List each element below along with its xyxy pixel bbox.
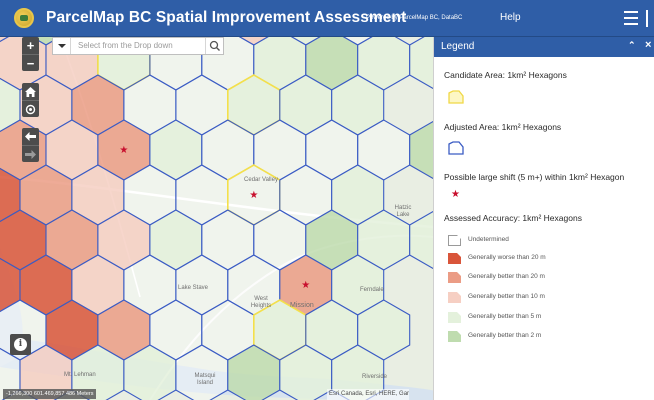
legend-item-better-2: Generally better than 2 m — [448, 331, 648, 345]
map-label-mission: Mission — [290, 302, 314, 309]
arrow-left-icon[interactable] — [22, 128, 39, 145]
swatch — [448, 331, 461, 342]
map-label-westheights: West Heights — [250, 296, 272, 309]
home-icon[interactable] — [22, 83, 39, 100]
map-label-cedar-valley: Cedar Valley — [244, 177, 278, 183]
map-label-ferndale: Ferndale — [360, 287, 384, 293]
legend-accuracy-heading: Assessed Accuracy: 1km² Hexagons — [444, 213, 582, 223]
swatch — [448, 312, 461, 323]
legend-item-better-5: Generally better than 5 m — [448, 312, 648, 326]
app-header: ParcelMap BC Spatial Improvement Assessm… — [0, 0, 654, 37]
legend-item-better-20: Generally better than 20 m — [448, 272, 648, 286]
adjusted-area-swatch — [448, 141, 464, 155]
more-menu-icon[interactable] — [646, 10, 654, 27]
info-button[interactable]: i — [10, 334, 31, 355]
app-title: ParcelMap BC Spatial Improvement Assessm… — [46, 9, 407, 26]
legend-item-label: Generally better than 5 m — [468, 313, 542, 320]
candidate-area-swatch — [448, 90, 464, 104]
legend-title: Legend — [441, 41, 475, 52]
shift-star-icon: ★ — [451, 189, 460, 200]
legend-adjusted-heading: Adjusted Area: 1km² Hexagons — [444, 122, 562, 132]
legend-header: Legend ⌃ × — [434, 37, 654, 57]
legend-item-worse-20: Generally worse than 20 m — [448, 253, 648, 267]
zoom-out-button[interactable]: − — [22, 54, 39, 71]
shift-star-marker: ★ — [249, 190, 258, 201]
scale-coordinates-readout: -1,266,300 601.469,857 486 Meters — [3, 389, 97, 399]
info-icon: i — [14, 338, 27, 351]
swatch — [448, 272, 461, 283]
search-icon — [209, 40, 220, 51]
search-input[interactable]: Select from the Drop down — [78, 41, 173, 50]
locate-icon[interactable] — [22, 100, 39, 117]
legend-item-undetermined: Undetermined — [448, 235, 648, 249]
chevron-up-icon[interactable]: ⌃ — [628, 40, 636, 51]
search-widget: Select from the Drop down — [52, 37, 224, 55]
shift-star-marker: ★ — [301, 280, 310, 291]
legend-item-label: Generally better than 20 m — [468, 273, 545, 280]
zoom-control: + − — [22, 37, 39, 71]
legend-item-label: Undetermined — [468, 236, 509, 243]
arrow-right-icon[interactable] — [22, 145, 39, 162]
map-label-hatzic: Hatzic Lake — [394, 205, 412, 218]
legend-item-label: Generally better than 10 m — [468, 293, 545, 300]
extent-nav-control — [22, 128, 39, 162]
home-locate-control — [22, 83, 39, 117]
powered-by-text: Powered by ParcelMap BC, DataBC — [366, 15, 463, 21]
map-label-lake-stave: Lake Stave — [177, 285, 209, 291]
swatch — [448, 253, 461, 264]
legend-candidate-heading: Candidate Area: 1km² Hexagons — [444, 70, 567, 80]
legend-item-label: Generally better than 2 m — [468, 332, 542, 339]
search-source-dropdown[interactable] — [53, 38, 71, 54]
help-link[interactable]: Help — [500, 12, 521, 23]
swatch — [448, 292, 461, 303]
map-label-riverside: Riverside — [362, 374, 388, 380]
zoom-in-button[interactable]: + — [22, 37, 39, 54]
legend-item-label: Generally worse than 20 m — [468, 254, 546, 261]
layer-list-icon[interactable] — [620, 9, 639, 28]
map-label-mt-lehman: Mt. Lehman — [64, 372, 96, 378]
search-button[interactable] — [205, 38, 223, 54]
close-icon[interactable]: × — [645, 39, 651, 51]
legend-shift-heading: Possible large shift (5 m+) within 1km² … — [444, 172, 625, 182]
map-label-matsqui: Matsqui Island — [194, 373, 216, 386]
legend-panel: Legend ⌃ × Candidate Area: 1km² Hexagons… — [433, 37, 654, 400]
swatch — [448, 235, 461, 246]
map-attribution[interactable]: Esri Canada, Esri, HERE, Gar — [327, 389, 410, 400]
shift-star-marker: ★ — [119, 145, 128, 156]
legend-item-better-10: Generally better than 10 m — [448, 292, 648, 306]
app-logo — [14, 8, 34, 28]
